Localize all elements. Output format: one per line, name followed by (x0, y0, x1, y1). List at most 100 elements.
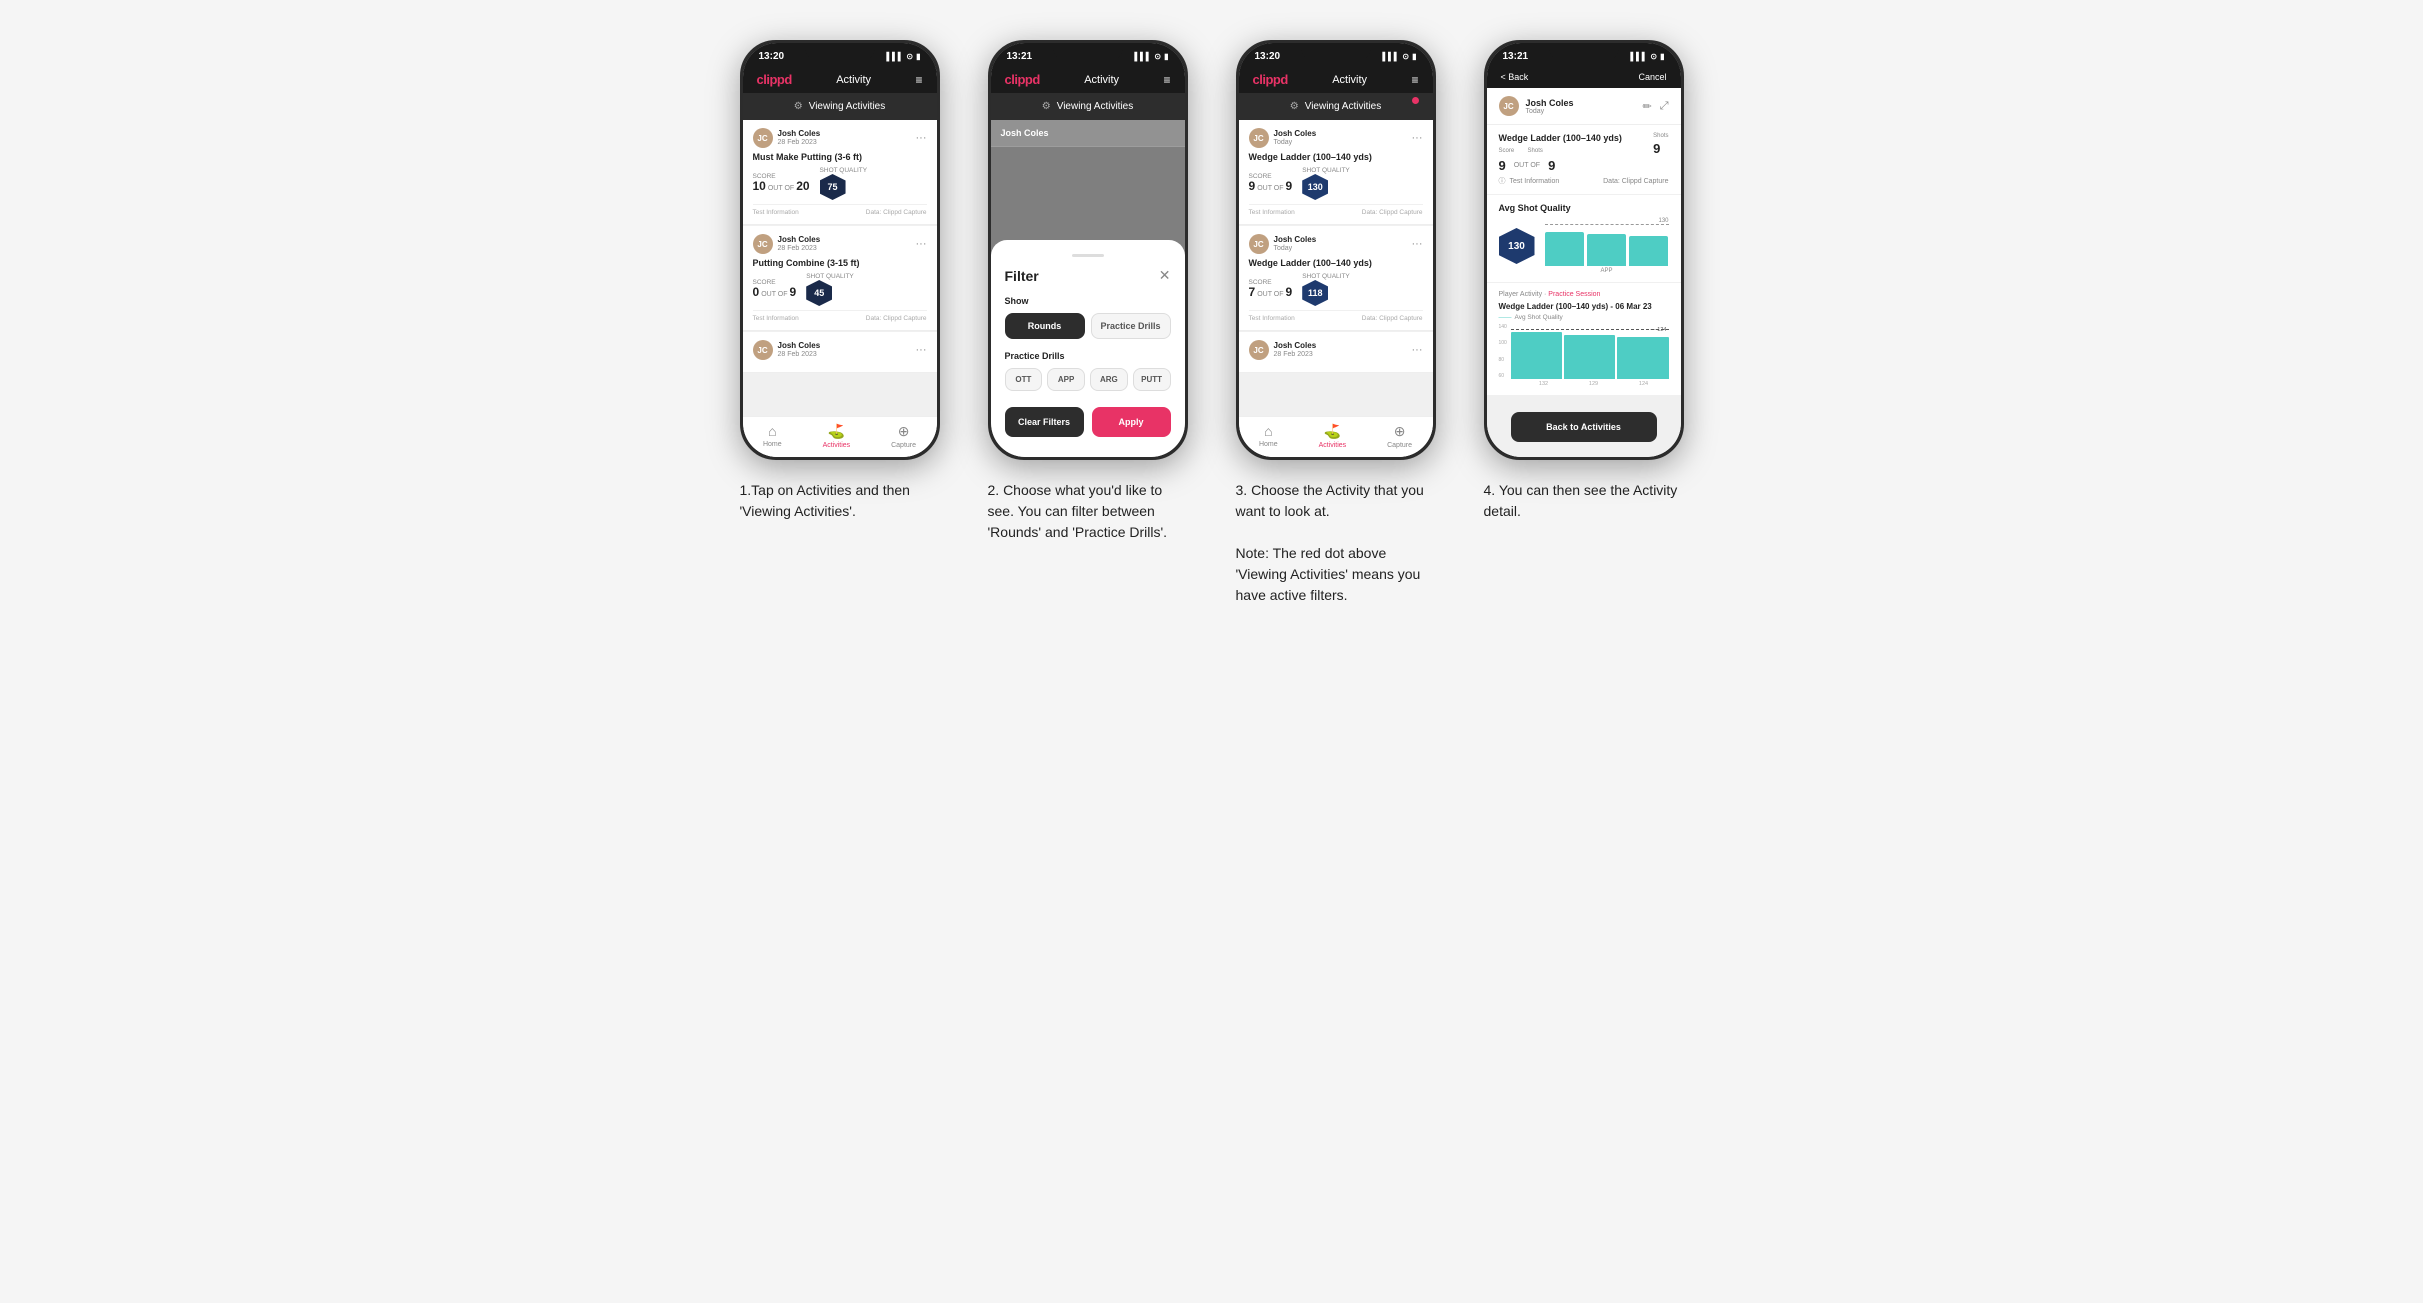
dashed-label-4: — 124 (1650, 327, 1666, 333)
status-time-1: 13:20 (759, 51, 785, 62)
nav-title-2: Activity (1084, 74, 1119, 86)
drills-btn-2[interactable]: Practice Drills (1091, 313, 1171, 339)
viewing-banner-3[interactable]: ⚙ Viewing Activities (1239, 93, 1433, 120)
mini-chart-4: 130 APP (1545, 218, 1669, 274)
dots-menu-3-1[interactable]: ··· (1412, 238, 1423, 250)
activity-card-1-0[interactable]: JC Josh Coles 28 Feb 2023 ··· Must Make … (743, 120, 937, 225)
y-tick-140: 140 (1499, 324, 1507, 330)
back-btn-4[interactable]: < Back (1501, 72, 1529, 82)
detail-user-left-4: JC Josh Coles Today (1499, 96, 1574, 116)
quality-label-1-0: Shot Quality (820, 167, 868, 174)
phone-1: 13:20 ▌▌▌ ⊙ ▮ clippd Activity ≡ ⚙ View (740, 40, 940, 460)
apply-btn-2[interactable]: Apply (1092, 407, 1171, 437)
detail-user-row-4: JC Josh Coles Today ✏ ⤢ (1487, 88, 1681, 125)
bottom-nav-home-3[interactable]: ⌂ Home (1259, 423, 1278, 449)
card-title-3-0: Wedge Ladder (100–140 yds) (1249, 152, 1423, 162)
detail-bar-3 (1617, 337, 1668, 379)
card-user-1-0: JC Josh Coles 28 Feb 2023 (753, 128, 821, 148)
card-footer-3-1: Test Information Data: Clippd Capture (1249, 310, 1423, 322)
bottom-nav-capture-3[interactable]: ⊕ Capture (1387, 423, 1412, 449)
home-icon-3: ⌂ (1264, 423, 1272, 439)
cancel-btn-4[interactable]: Cancel (1638, 72, 1666, 82)
nav-menu-1[interactable]: ≡ (915, 73, 922, 87)
dots-menu-1-1[interactable]: ··· (916, 238, 927, 250)
filter-close-2[interactable]: ✕ (1159, 267, 1171, 284)
drill-ott-2[interactable]: OTT (1005, 368, 1043, 391)
nav-bar-2: clippd Activity ≡ (991, 66, 1185, 93)
dots-menu-3-2[interactable]: ··· (1412, 344, 1423, 356)
drills-section-label-2: Practice Drills (1005, 351, 1171, 361)
user-date-1-2: 28 Feb 2023 (778, 351, 821, 358)
filter-sheet-2: Filter ✕ Show Rounds Practice Drills Pra… (991, 240, 1185, 457)
nav-menu-2[interactable]: ≡ (1163, 73, 1170, 87)
activity-card-1-1[interactable]: JC Josh Coles 28 Feb 2023 ··· Putting Co… (743, 226, 937, 331)
bottom-nav-activities-3[interactable]: ⛳ Activities (1319, 423, 1347, 449)
card-user-3-0: JC Josh Coles Today (1249, 128, 1317, 148)
activities-label-1: Activities (823, 442, 851, 449)
clear-filters-btn-2[interactable]: Clear Filters (1005, 407, 1084, 437)
phone-notch-2 (1053, 43, 1123, 61)
filter-handle-2 (1072, 254, 1104, 257)
dots-menu-3-0[interactable]: ··· (1412, 132, 1423, 144)
drill-arg-2[interactable]: ARG (1090, 368, 1128, 391)
bottom-nav-capture-1[interactable]: ⊕ Capture (891, 423, 916, 449)
dots-menu-1-2[interactable]: ··· (916, 344, 927, 356)
caption-4: 4. You can then see the Activity detail. (1484, 480, 1684, 522)
quality-badge-1-0: 75 (820, 174, 846, 200)
detail-stats-row-4: 9 OUT OF 9 (1499, 158, 1622, 173)
card-footer-1-1: Test Information Data: Clippd Capture (753, 310, 927, 322)
edit-icon-4[interactable]: ✏ (1642, 100, 1651, 113)
avg-label-row-4: —— Avg Shot Quality (1499, 314, 1669, 321)
wifi-icon-1: ⊙ (906, 52, 913, 61)
status-time-2: 13:21 (1007, 51, 1033, 62)
bottom-nav-activities-1[interactable]: ⛳ Activities (823, 423, 851, 449)
outof-value-1-0: 20 (796, 180, 809, 193)
nav-bar-1: clippd Activity ≡ (743, 66, 937, 93)
activity-card-1-2[interactable]: JC Josh Coles 28 Feb 2023 ··· (743, 332, 937, 373)
bottom-nav-home-1[interactable]: ⌂ Home (763, 423, 782, 449)
status-time-4: 13:21 (1503, 51, 1529, 62)
bar-val-2: 129 (1589, 381, 1598, 387)
rounds-btn-2[interactable]: Rounds (1005, 313, 1085, 339)
user-name-1-2: Josh Coles (778, 342, 821, 351)
user-name-3-2: Josh Coles (1274, 342, 1317, 351)
back-to-activities-btn-4[interactable]: Back to Activities (1511, 412, 1657, 442)
avatar-3-0: JC (1249, 128, 1269, 148)
nav-menu-3[interactable]: ≡ (1411, 73, 1418, 87)
filter-actions-2: Clear Filters Apply (1005, 407, 1171, 437)
data-source-4: Data: Clippd Capture (1603, 178, 1668, 185)
drill-putt-2[interactable]: PUTT (1133, 368, 1171, 391)
score-value-1-1: 0 (753, 286, 760, 299)
expand-icon-4[interactable]: ⤢ (1660, 100, 1669, 113)
caption-2-text: 2. Choose what you'd like to see. You ca… (988, 482, 1168, 540)
drill-app-2[interactable]: APP (1047, 368, 1085, 391)
activity-card-3-1[interactable]: JC Josh Coles Today ··· Wedge Ladder (10… (1239, 226, 1433, 331)
user-info-1-1: Josh Coles 28 Feb 2023 (778, 236, 821, 252)
blur-card-2: Josh Coles (991, 120, 1185, 147)
avatar-3-1: JC (1249, 234, 1269, 254)
score-value-3-1: 7 (1249, 286, 1256, 299)
shots-sublabel-4: Shots (1653, 133, 1668, 139)
viewing-banner-text-3: Viewing Activities (1305, 101, 1382, 112)
score-group-1-1: Score 0 OUT OF 9 (753, 279, 797, 299)
user-date-3-1: Today (1274, 245, 1317, 252)
status-time-3: 13:20 (1255, 51, 1281, 62)
user-info-3-1: Josh Coles Today (1274, 236, 1317, 252)
status-icons-1: ▌▌▌ ⊙ ▮ (886, 52, 920, 61)
activity-card-3-2[interactable]: JC Josh Coles 28 Feb 2023 ··· (1239, 332, 1433, 373)
user-name-3-0: Josh Coles (1274, 130, 1317, 139)
filter-title-2: Filter (1005, 268, 1039, 284)
card-header-1-2: JC Josh Coles 28 Feb 2023 ··· (753, 340, 927, 360)
quality-badge-3-0: 130 (1302, 174, 1328, 200)
activity-card-3-0[interactable]: JC Josh Coles Today ··· Wedge Ladder (10… (1239, 120, 1433, 225)
home-icon-1: ⌂ (768, 423, 776, 439)
phone-notch-4 (1549, 43, 1619, 61)
avg-quality-title-4: Avg Shot Quality (1499, 203, 1669, 213)
dots-menu-1-0[interactable]: ··· (916, 132, 927, 144)
back-section-4: Back to Activities (1487, 396, 1681, 457)
home-label-1: Home (763, 441, 782, 448)
nav-title-3: Activity (1332, 74, 1367, 86)
battery-icon-1: ▮ (916, 52, 920, 61)
viewing-banner-1[interactable]: ⚙ Viewing Activities (743, 93, 937, 120)
avg-dashed-line-4 (1511, 329, 1669, 330)
